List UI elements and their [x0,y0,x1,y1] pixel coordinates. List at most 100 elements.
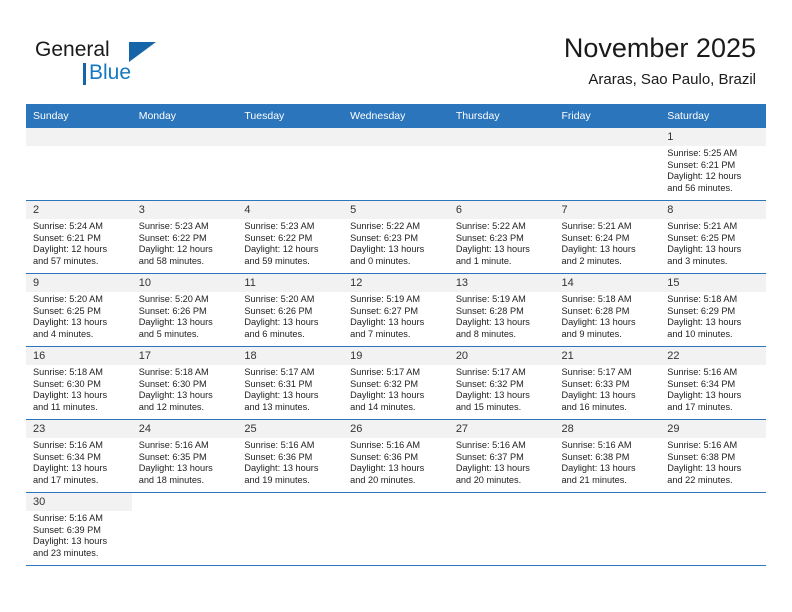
day-info-line: and 13 minutes. [244,402,310,413]
day-sun-info: Sunrise: 5:19 AM Sunset: 6:28 PM Daylight:… [449,292,555,341]
day-number: 26 [343,420,449,438]
day-number: 12 [343,274,449,292]
day-number: 21 [554,347,661,365]
calendar-empty-cell [660,492,766,566]
calendar-day-cell[interactable]: 22 Sunrise: 5:16 AM Sunset: 6:34 PM Dayligh… [660,346,766,420]
day-sun-info: Sunrise: 5:22 AM Sunset: 6:23 PM Daylight:… [449,219,555,268]
day-info-line: Sunset: 6:37 PM [455,451,524,462]
day-info-line: Sunrise: 5:16 AM [561,440,632,450]
day-info-line: Daylight: 12 hours [667,171,742,182]
day-sun-info: Sunrise: 5:16 AM Sunset: 6:35 PM Daylight:… [132,438,238,487]
day-number [237,128,344,146]
calendar-body: 1 Sunrise: 5:25 AM Sunset: 6:21 PM Daylight… [26,128,766,566]
calendar-day-cell[interactable]: 13 Sunrise: 5:19 AM Sunset: 6:28 PM Dayligh… [448,273,555,347]
calendar-day-cell[interactable]: 27 Sunrise: 5:16 AM Sunset: 6:37 PM Dayligh… [448,419,555,493]
day-sun-info: Sunrise: 5:23 AM Sunset: 6:22 PM Daylight:… [132,219,238,268]
calendar-empty-cell [131,128,238,201]
calendar-day-cell[interactable]: 6 Sunrise: 5:22 AM Sunset: 6:23 PM Daylight… [448,200,555,274]
calendar-day-cell[interactable]: 4 Sunrise: 5:23 AM Sunset: 6:22 PM Daylight… [237,200,344,274]
day-number: 1 [660,128,766,146]
day-sun-info: Sunrise: 5:16 AM Sunset: 6:37 PM Daylight:… [449,438,555,487]
calendar-day-cell[interactable]: 10 Sunrise: 5:20 AM Sunset: 6:26 PM Dayligh… [131,273,238,347]
day-info-line: and 9 minutes. [561,329,622,340]
calendar-day-cell[interactable]: 7 Sunrise: 5:21 AM Sunset: 6:24 PM Daylight… [554,200,661,274]
day-sun-info: Sunrise: 5:17 AM Sunset: 6:33 PM Daylight:… [555,365,661,414]
calendar-day-cell[interactable]: 11 Sunrise: 5:20 AM Sunset: 6:26 PM Dayligh… [237,273,344,347]
day-number [554,128,661,146]
calendar-day-cell[interactable]: 3 Sunrise: 5:23 AM Sunset: 6:22 PM Daylight… [131,200,238,274]
calendar-day-cell[interactable]: 15 Sunrise: 5:18 AM Sunset: 6:29 PM Dayligh… [660,273,766,347]
day-number [343,493,449,511]
calendar-day-cell[interactable]: 21 Sunrise: 5:17 AM Sunset: 6:33 PM Dayligh… [554,346,661,420]
day-number: 6 [448,201,555,219]
day-number [448,128,555,146]
day-sun-info: Sunrise: 5:21 AM Sunset: 6:24 PM Daylight:… [555,219,661,268]
calendar-week-row: 2 Sunrise: 5:24 AM Sunset: 6:21 PM Daylight… [26,200,766,274]
calendar-day-cell[interactable]: 12 Sunrise: 5:19 AM Sunset: 6:27 PM Dayligh… [343,273,449,347]
calendar-day-cell[interactable]: 19 Sunrise: 5:17 AM Sunset: 6:32 PM Dayligh… [343,346,449,420]
page-subtitle: Araras, Sao Paulo, Brazil [588,71,756,88]
day-sun-info: Sunrise: 5:24 AM Sunset: 6:21 PM Daylight:… [26,219,132,268]
day-info-line: Daylight: 13 hours [350,317,425,328]
calendar-day-cell[interactable]: 2 Sunrise: 5:24 AM Sunset: 6:21 PM Daylight… [26,200,132,274]
calendar-day-cell[interactable]: 1 Sunrise: 5:25 AM Sunset: 6:21 PM Daylight… [660,128,766,201]
day-info-line: Daylight: 13 hours [138,390,213,401]
calendar-day-cell[interactable]: 26 Sunrise: 5:16 AM Sunset: 6:36 PM Dayligh… [343,419,449,493]
calendar-day-cell[interactable]: 30 Sunrise: 5:16 AM Sunset: 6:39 PM Dayligh… [26,492,132,566]
logo-bar-icon [83,63,86,85]
calendar-day-cell[interactable]: 18 Sunrise: 5:17 AM Sunset: 6:31 PM Dayligh… [237,346,344,420]
day-info-line: Sunrise: 5:23 AM [244,221,315,231]
day-info-line: Sunset: 6:26 PM [138,305,207,316]
calendar-day-cell[interactable]: 9 Sunrise: 5:20 AM Sunset: 6:25 PM Daylight… [26,273,132,347]
day-info-line: Sunset: 6:22 PM [244,232,313,243]
day-number: 30 [26,493,132,511]
day-number: 14 [554,274,661,292]
day-info-line: Daylight: 13 hours [455,390,530,401]
day-number: 28 [554,420,661,438]
day-number: 11 [237,274,344,292]
day-info-line: and 3 minutes. [667,256,728,267]
day-info-line: Sunrise: 5:20 AM [244,294,315,304]
sunrise-sunset-calendar: Sunday Monday Tuesday Wednesday Thursday Frid… [26,104,766,566]
calendar-day-cell[interactable]: 17 Sunrise: 5:18 AM Sunset: 6:30 PM Dayligh… [131,346,238,420]
calendar-day-cell[interactable]: 29 Sunrise: 5:16 AM Sunset: 6:38 PM Dayligh… [660,419,766,493]
day-info-line: Daylight: 13 hours [667,317,742,328]
calendar-day-cell[interactable]: 23 Sunrise: 5:16 AM Sunset: 6:34 PM Dayligh… [26,419,132,493]
calendar-day-cell[interactable]: 28 Sunrise: 5:16 AM Sunset: 6:38 PM Dayligh… [554,419,661,493]
day-info-line: Sunset: 6:39 PM [33,524,101,535]
weekday-header-monday: Monday [131,104,238,128]
calendar-day-cell[interactable]: 25 Sunrise: 5:16 AM Sunset: 6:36 PM Dayligh… [237,419,344,493]
calendar-empty-cell [26,128,132,201]
day-number [132,493,238,511]
day-info-line: Sunset: 6:33 PM [561,378,630,389]
general-blue-logo[interactable]: General Blue [35,38,235,88]
day-info-line: and 19 minutes. [244,475,310,486]
day-info-line: Sunset: 6:36 PM [244,451,313,462]
day-info-line: Daylight: 12 hours [138,244,213,255]
day-info-line: Daylight: 13 hours [33,463,108,474]
day-info-line: Sunrise: 5:16 AM [138,440,209,450]
calendar-day-cell[interactable]: 14 Sunrise: 5:18 AM Sunset: 6:28 PM Dayligh… [554,273,661,347]
day-info-line: Sunrise: 5:16 AM [667,367,738,377]
day-info-line: Sunrise: 5:18 AM [561,294,632,304]
day-info-line: Sunrise: 5:17 AM [455,367,526,377]
day-info-line: Sunrise: 5:18 AM [138,367,209,377]
day-info-line: Daylight: 12 hours [244,244,319,255]
day-info-line: and 22 minutes. [667,475,733,486]
day-number: 10 [131,274,238,292]
day-number: 24 [131,420,238,438]
day-info-line: Sunset: 6:34 PM [33,451,101,462]
calendar-day-cell[interactable]: 24 Sunrise: 5:16 AM Sunset: 6:35 PM Dayligh… [131,419,238,493]
logo-secondary-text: Blue [89,61,132,84]
day-info-line: Sunrise: 5:16 AM [244,440,315,450]
calendar-day-cell[interactable]: 16 Sunrise: 5:18 AM Sunset: 6:30 PM Dayligh… [26,346,132,420]
calendar-empty-cell [237,128,344,201]
day-number: 13 [448,274,555,292]
day-info-line: and 6 minutes. [244,329,305,340]
calendar-day-cell[interactable]: 8 Sunrise: 5:21 AM Sunset: 6:25 PM Daylight… [660,200,766,274]
calendar-day-cell[interactable]: 5 Sunrise: 5:22 AM Sunset: 6:23 PM Daylight… [343,200,449,274]
calendar-day-cell[interactable]: 20 Sunrise: 5:17 AM Sunset: 6:32 PM Dayligh… [448,346,555,420]
day-info-line: Sunset: 6:34 PM [667,378,736,389]
day-info-line: Daylight: 12 hours [33,244,108,255]
day-info-line: Sunrise: 5:25 AM [667,148,738,158]
